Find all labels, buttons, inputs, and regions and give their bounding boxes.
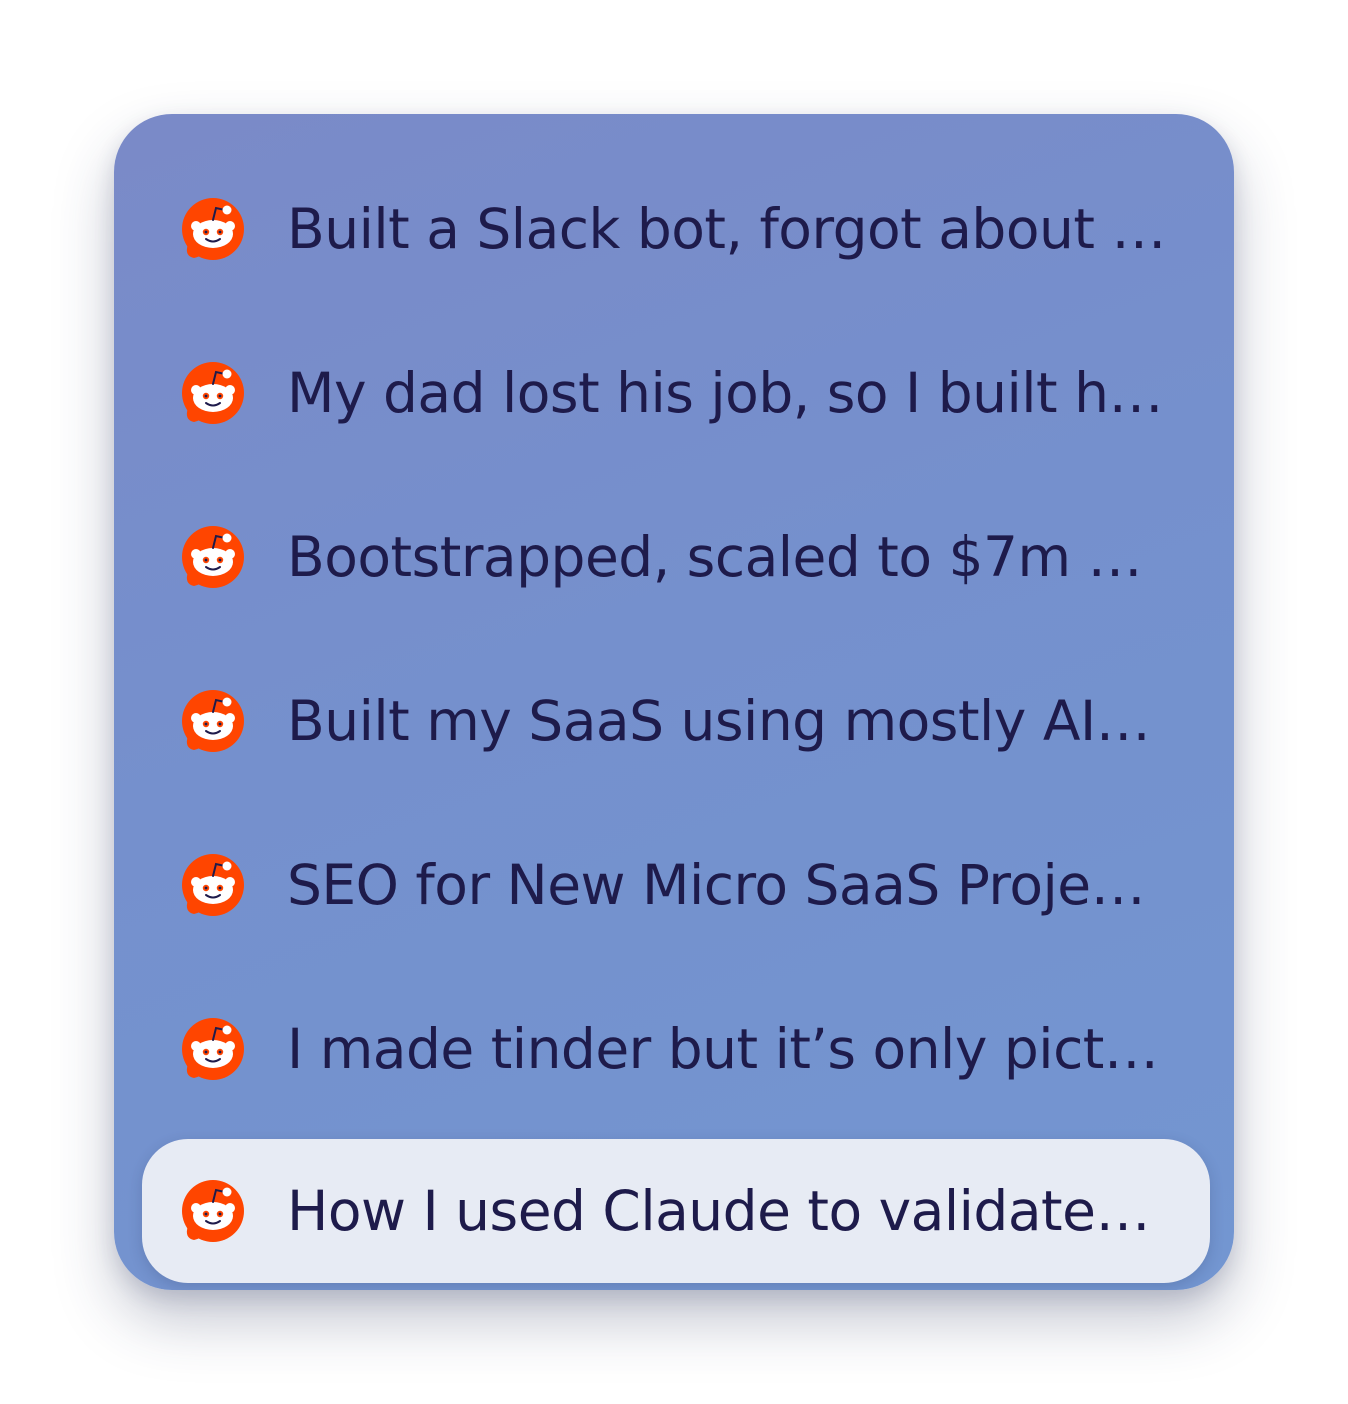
post-item-2[interactable]: My dad lost his job, so I built hi... xyxy=(142,321,1210,465)
post-item-3[interactable]: Bootstrapped, scaled to $7m AR... xyxy=(142,485,1210,629)
post-title: How I used Claude to validate m... xyxy=(287,1179,1167,1243)
post-title: I made tinder but it’s only pictur... xyxy=(287,1017,1167,1081)
reddit-icon xyxy=(182,198,244,260)
post-title: Bootstrapped, scaled to $7m AR... xyxy=(287,525,1167,589)
reddit-icon xyxy=(182,362,244,424)
post-title: Built a Slack bot, forgot about it,... xyxy=(287,197,1167,261)
post-item-1[interactable]: Built a Slack bot, forgot about it,... xyxy=(142,157,1210,301)
post-item-7-selected[interactable]: How I used Claude to validate m... xyxy=(142,1139,1210,1283)
reddit-icon xyxy=(182,854,244,916)
reddit-posts-widget: Built a Slack bot, forgot about it,... M… xyxy=(114,114,1234,1290)
post-title: My dad lost his job, so I built hi... xyxy=(287,361,1167,425)
post-item-5[interactable]: SEO for New Micro SaaS Project... xyxy=(142,813,1210,957)
reddit-icon xyxy=(182,526,244,588)
post-title: SEO for New Micro SaaS Project... xyxy=(287,853,1167,917)
post-title: Built my SaaS using mostly AI -... xyxy=(287,689,1167,753)
reddit-icon xyxy=(182,1180,244,1242)
reddit-icon xyxy=(182,1018,244,1080)
reddit-icon xyxy=(182,690,244,752)
post-item-6[interactable]: I made tinder but it’s only pictur... xyxy=(142,977,1210,1121)
post-item-4[interactable]: Built my SaaS using mostly AI -... xyxy=(142,649,1210,793)
